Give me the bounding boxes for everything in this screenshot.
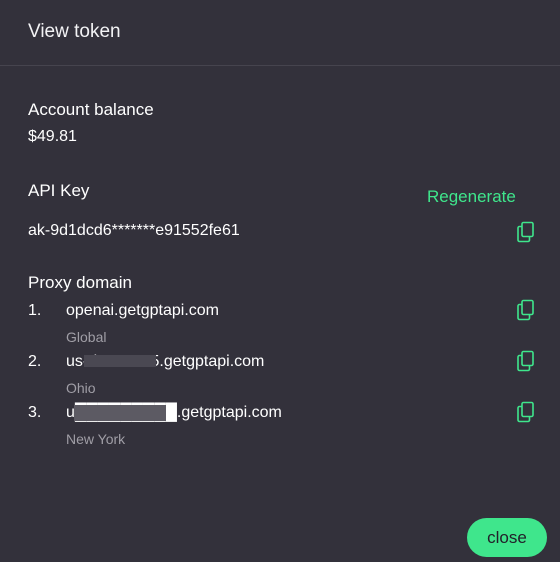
copy-proxy-1-icon[interactable] <box>516 299 536 321</box>
copy-proxy-2-icon[interactable] <box>516 350 536 372</box>
proxy-domain-label: Proxy domain <box>28 273 132 292</box>
redaction-mask <box>74 405 166 421</box>
proxy-item-number: 1. <box>28 302 42 319</box>
proxy-item-region: Ohio <box>66 380 96 396</box>
api-key-value: ak-9d1dcd6*******e91552fe61 <box>28 222 240 239</box>
dialog-title: View token <box>28 20 121 42</box>
redaction-mask <box>84 355 156 367</box>
api-key-label: API Key <box>28 181 90 200</box>
copy-proxy-3-icon[interactable] <box>516 401 536 423</box>
close-button[interactable]: close <box>467 518 547 557</box>
account-balance-label: Account balance <box>28 100 154 119</box>
proxy-item-region: Global <box>66 329 107 345</box>
proxy-item-number: 2. <box>28 353 42 370</box>
regenerate-button[interactable]: Regenerate <box>427 186 516 208</box>
dialog-header: View token <box>0 0 560 66</box>
proxy-item-domain: openai.getgptapi.com <box>66 302 219 319</box>
copy-api-key-icon[interactable] <box>516 221 536 243</box>
view-token-dialog: View token Account balance $49.81 API Ke… <box>0 0 560 562</box>
proxy-item-region: New York <box>66 431 126 447</box>
account-balance-value: $49.81 <box>28 128 77 145</box>
proxy-item-number: 3. <box>28 404 42 421</box>
